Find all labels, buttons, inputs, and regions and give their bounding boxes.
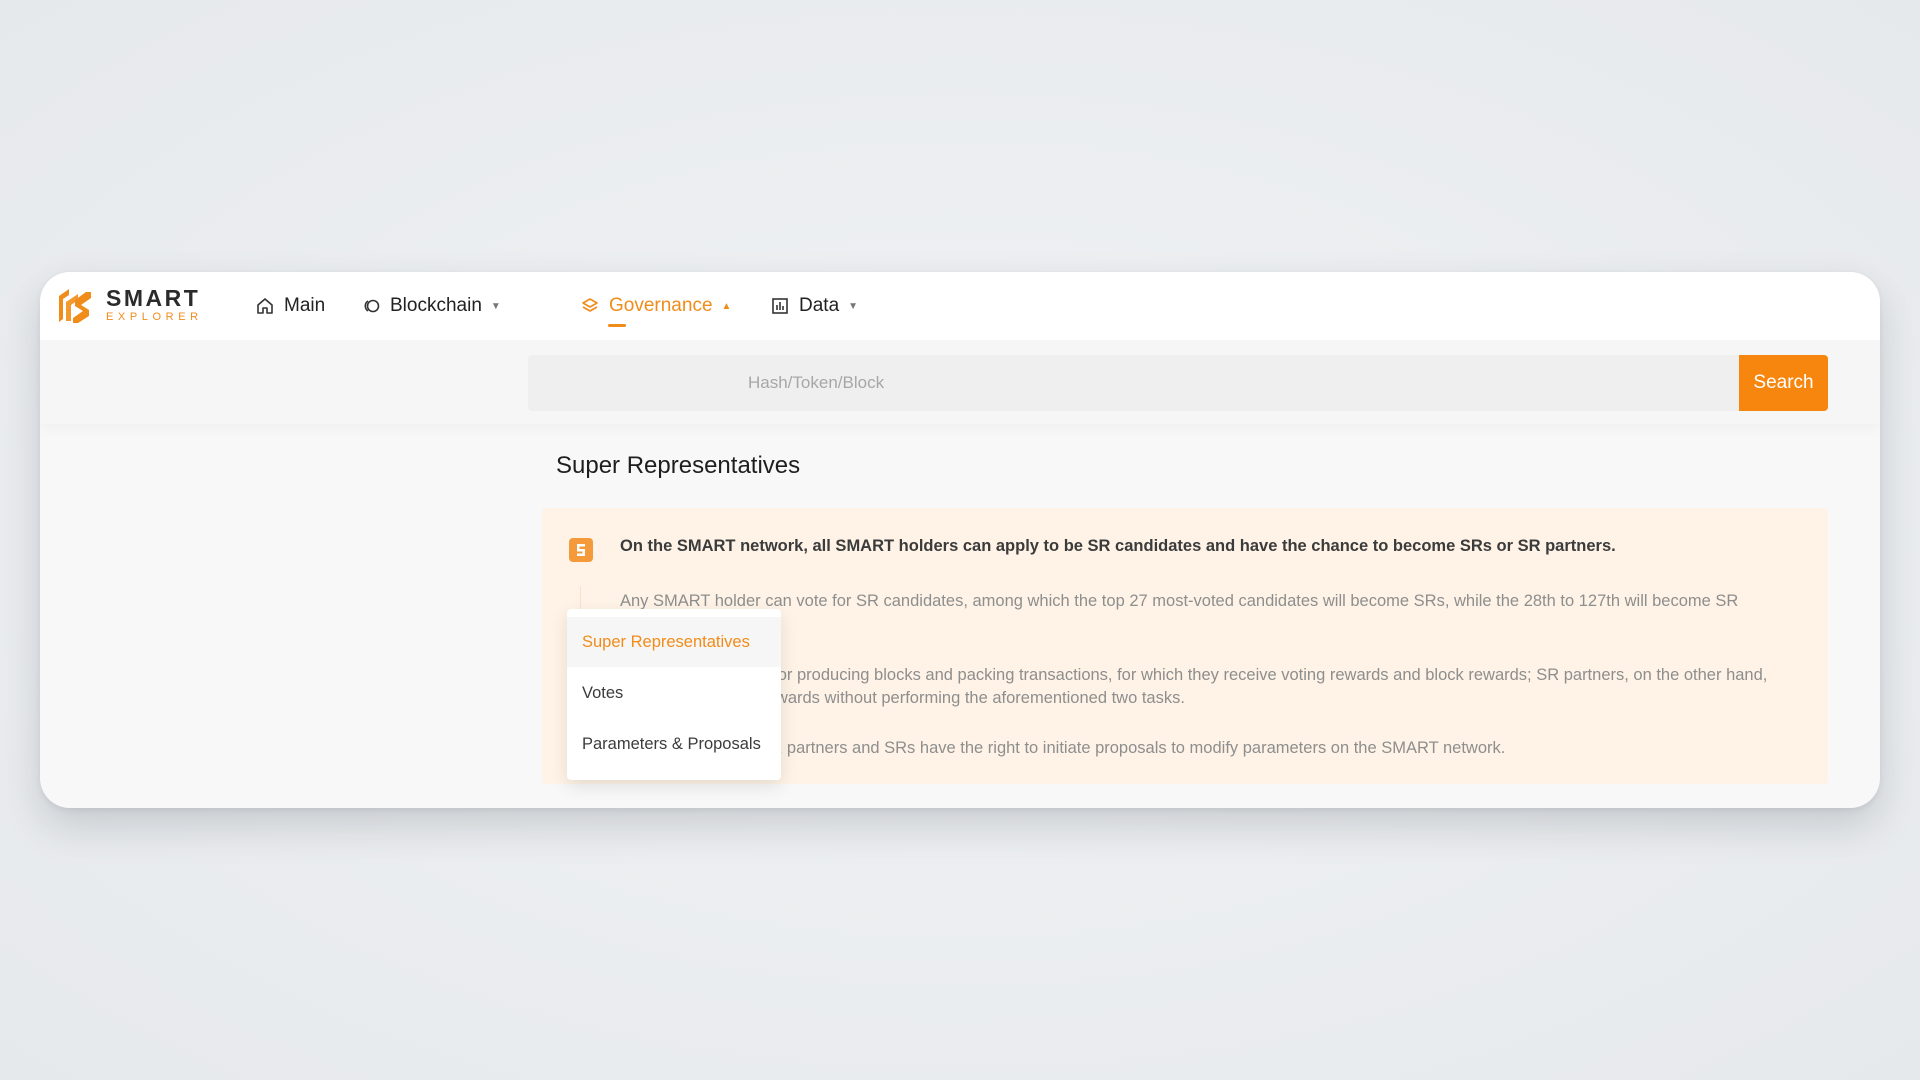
governance-dropdown-menu: Super Representatives Votes Parameters &… <box>567 609 781 780</box>
menu-item-votes[interactable]: Votes <box>567 668 781 718</box>
nav-governance[interactable]: Governance ▲ <box>580 272 731 340</box>
menu-item-super-representatives[interactable]: Super Representatives <box>567 617 781 667</box>
menu-item-parameters-proposals[interactable]: Parameters & Proposals <box>567 719 781 769</box>
nav-blockchain-label: Blockchain <box>390 295 482 316</box>
logo[interactable]: SMART EXPLORER <box>56 285 203 325</box>
smart-badge-icon <box>569 538 593 562</box>
page-title: Super Representatives <box>556 452 801 479</box>
brand-subtitle: EXPLORER <box>106 311 203 323</box>
smart-logo-icon <box>59 289 91 323</box>
chevron-up-icon: ▲ <box>721 300 732 312</box>
nav-blockchain[interactable]: Blockchain ▼ <box>361 272 501 340</box>
home-icon <box>257 298 273 314</box>
info-paragraph: Any SMART holder can vote for SR candida… <box>620 592 1739 633</box>
chevron-down-icon: ▼ <box>848 300 859 312</box>
nav-governance-label: Governance <box>609 295 713 316</box>
info-headline: On the SMART network, all SMART holders … <box>620 537 1616 555</box>
chevron-down-icon: ▼ <box>490 300 501 312</box>
chart-icon <box>772 298 788 314</box>
search-input[interactable] <box>528 355 1778 411</box>
info-paragraph: All SR candidates, SR partners and SRs h… <box>620 739 1506 757</box>
active-tab-indicator <box>608 324 626 327</box>
blockchain-icon <box>364 299 380 313</box>
search-button[interactable]: Search <box>1739 355 1828 411</box>
brand-name: SMART <box>106 285 201 311</box>
nav-data[interactable]: Data ▼ <box>770 272 858 340</box>
nav-data-label: Data <box>799 295 840 316</box>
layers-icon <box>582 298 598 312</box>
top-navigation: SMART EXPLORER Main Blockchain ▼ Governa… <box>40 272 1880 340</box>
nav-main[interactable]: Main <box>255 272 325 340</box>
info-paragraph: SRs are responsible for producing blocks… <box>620 666 1768 707</box>
browser-window: SMART EXPLORER Main Blockchain ▼ Governa… <box>40 272 1880 808</box>
nav-main-label: Main <box>284 295 326 316</box>
